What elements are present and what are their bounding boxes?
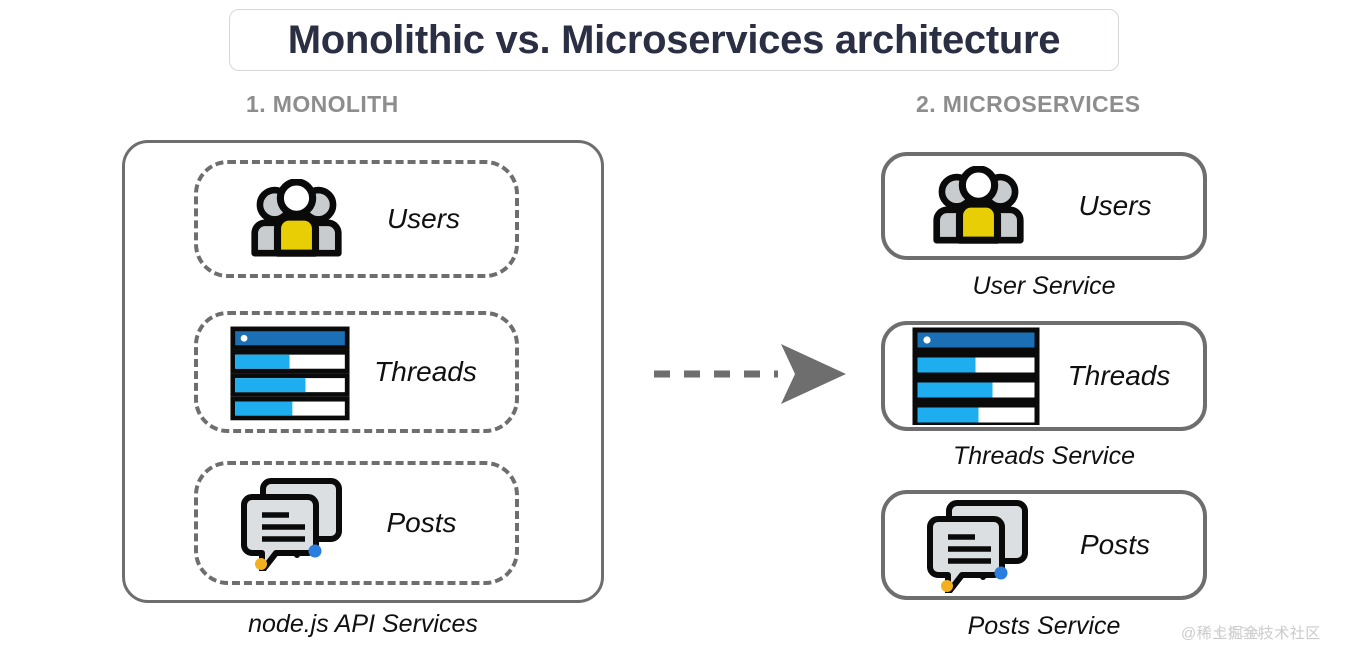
monolith-card-users[interactable]: Users	[194, 160, 519, 278]
microservice-caption-user-service: User Service	[972, 272, 1116, 300]
monolith-card-threads[interactable]: Threads	[194, 311, 519, 433]
microservice-card-threads-label: Threads	[1067, 360, 1171, 391]
microservice-card-posts-label: Posts	[1079, 529, 1151, 560]
page-title-box: Monolithic vs. Microservices architectur…	[229, 9, 1119, 71]
threads-icon	[198, 323, 350, 421]
section-heading-monolith: 1. MONOLITH	[246, 91, 399, 117]
microservice-caption-threads-service: Threads Service	[952, 442, 1136, 470]
watermark-overlay-text: CSDN	[1216, 624, 1263, 641]
microservice-caption-posts-service: Posts Service	[967, 612, 1121, 640]
section-heading-microservices: 2. MICROSERVICES	[916, 91, 1141, 117]
page-title: Monolithic vs. Microservices architectur…	[287, 17, 1061, 62]
monolith-card-posts-label: Posts	[386, 507, 457, 538]
dashed-arrow-right-icon	[650, 338, 850, 410]
users-icon	[885, 166, 1043, 246]
users-icon	[198, 179, 356, 259]
microservice-card-users-label: Users	[1078, 190, 1152, 221]
monolith-card-threads-label: Threads	[374, 356, 477, 387]
monolith-card-posts[interactable]: Posts	[194, 461, 519, 585]
posts-icon	[885, 497, 1043, 593]
monolith-card-users-label: Users	[386, 203, 461, 234]
microservice-card-posts[interactable]: Posts	[881, 490, 1207, 600]
microservice-card-users[interactable]: Users	[881, 152, 1207, 260]
monolith-caption: node.js API Services	[248, 610, 478, 638]
microservice-card-threads[interactable]: Threads	[881, 321, 1207, 431]
posts-icon	[198, 475, 352, 571]
threads-icon	[885, 327, 1041, 425]
